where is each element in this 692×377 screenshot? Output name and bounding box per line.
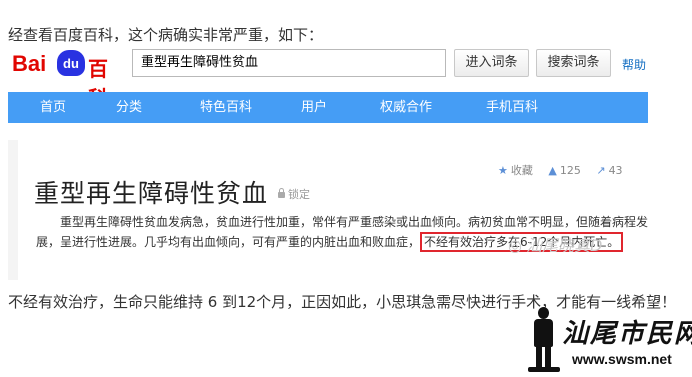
nav-item-users[interactable]: 用户 bbox=[301, 92, 327, 123]
nav-item-home[interactable]: 首页 bbox=[40, 92, 66, 123]
share-icon: ↗ bbox=[596, 164, 606, 177]
search-input[interactable]: 重型再生障碍性贫血 bbox=[132, 49, 446, 77]
site-name: 汕尾市民网 bbox=[562, 319, 692, 349]
nav-item-partners[interactable]: 权威合作 bbox=[380, 92, 432, 123]
lock-status: 锁定 bbox=[278, 186, 310, 202]
baidu-baike-logo[interactable]: Bai du 百科 bbox=[12, 48, 124, 110]
paw-icon: du bbox=[57, 50, 85, 76]
wechat-icon: ◎ bbox=[508, 236, 522, 255]
share-button[interactable]: ↗ 43 bbox=[596, 164, 622, 177]
site-logo: 汕尾市民网 www.swsm.net bbox=[520, 305, 692, 375]
like-button[interactable]: ▲ 125 bbox=[548, 164, 580, 177]
logo-du: du bbox=[63, 56, 79, 71]
nav-item-featured[interactable]: 特色百科 bbox=[200, 92, 252, 123]
help-link[interactable]: 帮助 bbox=[622, 56, 646, 73]
article-stats: ★ 收藏 ▲ 125 ↗ 43 bbox=[498, 162, 635, 178]
watermark-text: 汕尾晓真D bbox=[525, 236, 603, 255]
page-title: 重型再生障碍性贫血 bbox=[34, 179, 269, 208]
watermark: ◎ 汕尾晓真D bbox=[508, 232, 602, 256]
logo-bai: Bai bbox=[12, 51, 47, 76]
like-count: 125 bbox=[559, 164, 581, 177]
nav-item-mobile[interactable]: 手机百科 bbox=[486, 92, 538, 123]
star-icon: ★ bbox=[498, 164, 508, 177]
collect-label: 收藏 bbox=[510, 164, 533, 177]
enter-entry-button[interactable]: 进入词条 bbox=[454, 49, 529, 77]
thumb-up-icon: ▲ bbox=[548, 164, 557, 177]
nav-bar: 首页 分类 特色百科 用户 权威合作 手机百科 bbox=[8, 92, 648, 123]
share-count: 43 bbox=[608, 164, 623, 177]
collect-button[interactable]: ★ 收藏 bbox=[498, 162, 533, 178]
intro-text: 经查看百度百科，这个病确实非常严重，如下： bbox=[8, 26, 324, 44]
nav-item-category[interactable]: 分类 bbox=[116, 92, 142, 123]
left-margin-bar bbox=[8, 140, 18, 280]
site-url: www.swsm.net bbox=[572, 351, 672, 367]
search-entry-button[interactable]: 搜索词条 bbox=[536, 49, 611, 77]
lock-icon bbox=[278, 188, 285, 198]
article-card: ★ 收藏 ▲ 125 ↗ 43 重型再生障碍性贫血 锁定 重型再生障碍性贫血发病急，贫… bbox=[8, 140, 648, 280]
baike-header: Bai du 百科 重型再生障碍性贫血 进入词条 搜索词条 帮助 bbox=[8, 46, 648, 110]
person-statue-icon bbox=[528, 307, 560, 373]
lock-label: 锁定 bbox=[288, 188, 310, 201]
